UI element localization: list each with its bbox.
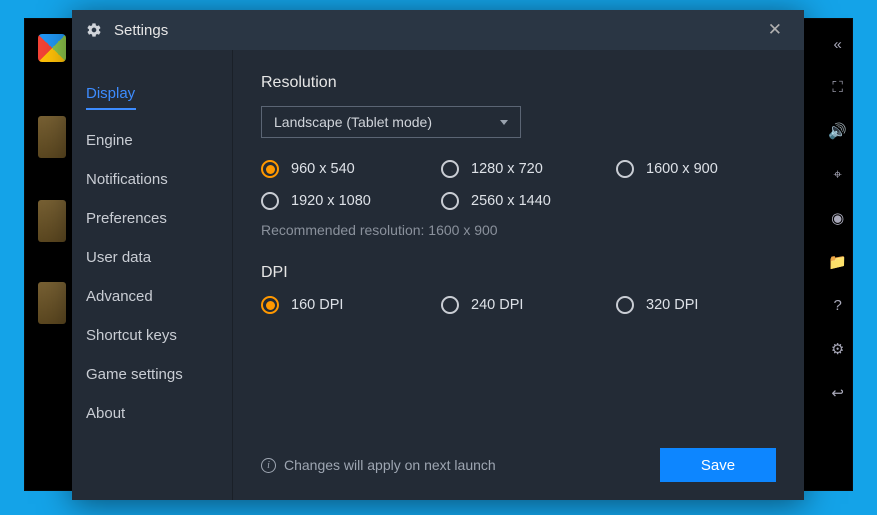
sidebar-item-label: Notifications bbox=[86, 171, 168, 188]
orientation-selected-value: Landscape (Tablet mode) bbox=[274, 114, 432, 130]
modal-footer: i Changes will apply on next launch Save bbox=[261, 448, 776, 482]
resolution-heading: Resolution bbox=[261, 74, 776, 92]
sidebar-item-about[interactable]: About bbox=[84, 394, 232, 433]
dpi-heading: DPI bbox=[261, 264, 776, 282]
chevron-down-icon bbox=[500, 120, 508, 125]
resolution-option[interactable]: 960 x 540 bbox=[261, 160, 441, 178]
dpi-label: 240 DPI bbox=[471, 297, 523, 313]
resolution-option[interactable]: 2560 x 1440 bbox=[441, 192, 616, 210]
help-icon[interactable]: ? bbox=[833, 297, 841, 314]
fullscreen-icon[interactable]: ⛶ bbox=[832, 79, 843, 96]
sidebar-item-label: About bbox=[86, 405, 125, 422]
radio-icon bbox=[441, 160, 459, 178]
folder-icon[interactable]: 📁 bbox=[828, 253, 847, 271]
dpi-option[interactable]: 160 DPI bbox=[261, 296, 441, 314]
gear-icon bbox=[86, 22, 102, 38]
radio-icon bbox=[261, 192, 279, 210]
radio-icon bbox=[261, 296, 279, 314]
settings-content: Resolution Landscape (Tablet mode) 960 x… bbox=[233, 50, 804, 500]
recommended-resolution-text: Recommended resolution: 1600 x 900 bbox=[261, 222, 776, 238]
sidebar-item-engine[interactable]: Engine bbox=[84, 121, 232, 160]
resolution-label: 1920 x 1080 bbox=[291, 193, 371, 209]
sidebar-item-label: Advanced bbox=[86, 288, 153, 305]
resolution-label: 960 x 540 bbox=[291, 161, 355, 177]
sidebar-item-user-data[interactable]: User data bbox=[84, 238, 232, 277]
orientation-select[interactable]: Landscape (Tablet mode) bbox=[261, 106, 521, 138]
resolution-label: 1280 x 720 bbox=[471, 161, 543, 177]
close-icon[interactable]: ✕ bbox=[760, 16, 790, 44]
dpi-options: 160 DPI 240 DPI 320 DPI bbox=[261, 296, 776, 314]
save-button[interactable]: Save bbox=[660, 448, 776, 482]
sidebar-item-label: Game settings bbox=[86, 366, 183, 383]
sidebar-item-display[interactable]: Display bbox=[84, 74, 232, 121]
sidebar-item-shortcut-keys[interactable]: Shortcut keys bbox=[84, 316, 232, 355]
sidebar-item-label: Display bbox=[86, 85, 135, 102]
sidebar-item-notifications[interactable]: Notifications bbox=[84, 160, 232, 199]
info-text: Changes will apply on next launch bbox=[284, 457, 496, 473]
resolution-option[interactable]: 1600 x 900 bbox=[616, 160, 776, 178]
resolution-option[interactable]: 1920 x 1080 bbox=[261, 192, 441, 210]
modal-header: Settings ✕ bbox=[72, 10, 804, 50]
bluestacks-logo-icon bbox=[38, 34, 66, 62]
sidebar-item-label: Engine bbox=[86, 132, 133, 149]
settings-sidebar: Display Engine Notifications Preferences Use… bbox=[72, 50, 233, 500]
gear-icon[interactable]: ⚙ bbox=[831, 340, 844, 358]
dpi-option[interactable]: 240 DPI bbox=[441, 296, 616, 314]
settings-modal: Settings ✕ Display Engine Notifications Pre… bbox=[72, 10, 804, 500]
sidebar-item-game-settings[interactable]: Game settings bbox=[84, 355, 232, 394]
sidebar-item-advanced[interactable]: Advanced bbox=[84, 277, 232, 316]
info-icon: i bbox=[261, 458, 276, 473]
collapse-icon[interactable]: « bbox=[833, 36, 841, 53]
radio-icon bbox=[261, 160, 279, 178]
modal-title: Settings bbox=[114, 22, 168, 39]
game-thumbnail bbox=[38, 282, 66, 324]
volume-icon[interactable]: 🔊 bbox=[828, 122, 847, 140]
sidebar-item-preferences[interactable]: Preferences bbox=[84, 199, 232, 238]
sidebar-item-label: Preferences bbox=[86, 210, 167, 227]
game-thumbnail bbox=[38, 200, 66, 242]
info-message: i Changes will apply on next launch bbox=[261, 457, 496, 473]
radio-icon bbox=[441, 296, 459, 314]
radio-icon bbox=[616, 296, 634, 314]
dpi-label: 320 DPI bbox=[646, 297, 698, 313]
radio-icon bbox=[616, 160, 634, 178]
camera-icon[interactable]: ◉ bbox=[831, 209, 844, 227]
radio-icon bbox=[441, 192, 459, 210]
resolution-options: 960 x 540 1280 x 720 1600 x 900 1920 x 1080… bbox=[261, 160, 776, 210]
game-thumbnail bbox=[38, 116, 66, 158]
location-icon[interactable]: ⌖ bbox=[833, 166, 841, 183]
resolution-label: 1600 x 900 bbox=[646, 161, 718, 177]
right-toolbar: « ⛶ 🔊 ⌖ ◉ 📁 ? ⚙ ↩ bbox=[828, 36, 847, 402]
resolution-label: 2560 x 1440 bbox=[471, 193, 551, 209]
sidebar-item-label: Shortcut keys bbox=[86, 327, 177, 344]
dpi-label: 160 DPI bbox=[291, 297, 343, 313]
back-icon[interactable]: ↩ bbox=[831, 384, 844, 402]
sidebar-item-label: User data bbox=[86, 249, 151, 266]
resolution-option[interactable]: 1280 x 720 bbox=[441, 160, 616, 178]
dpi-option[interactable]: 320 DPI bbox=[616, 296, 776, 314]
